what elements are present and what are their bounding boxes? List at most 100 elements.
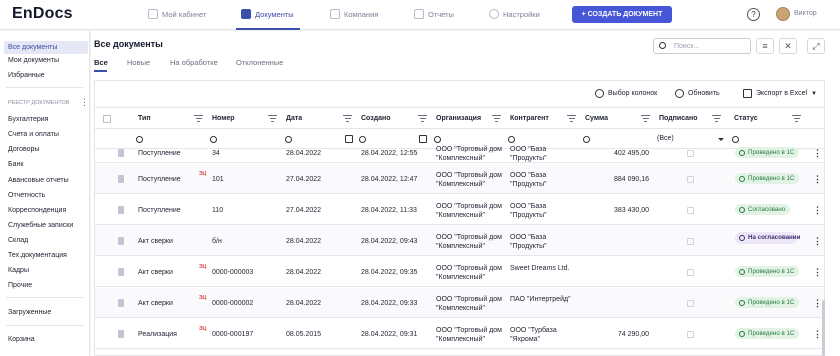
signed-checkbox[interactable] (687, 331, 694, 338)
header-sum[interactable]: Сумма (585, 115, 608, 122)
sidebar-item-correspondence[interactable]: Корреспонденция (8, 207, 66, 214)
export-excel-button[interactable]: Экспорт в Excel ▼ (743, 89, 817, 98)
signed-checkbox[interactable] (687, 269, 694, 276)
header-number[interactable]: Номер (212, 115, 235, 122)
row-menu-icon[interactable]: ⋮ (813, 174, 822, 185)
signed-checkbox[interactable] (687, 176, 694, 183)
sidebar-item-reporting[interactable]: Отчетность (8, 192, 45, 199)
column-filter-icon[interactable] (567, 115, 576, 122)
row-menu-icon[interactable]: ⋮ (813, 236, 822, 247)
sidebar-item-memos[interactable]: Служебные записки (8, 222, 73, 229)
nav-documents[interactable]: Документы (241, 9, 294, 19)
sidebar-item-bank[interactable]: Банк (8, 161, 23, 168)
column-filter-icon[interactable] (641, 115, 650, 122)
table-row[interactable]: Поступление ЭЦ 101 27.04.2022 28.04.2022, 12… (95, 164, 824, 194)
column-filter-icon[interactable] (418, 115, 427, 122)
create-document-button[interactable]: + СОЗДАТЬ ДОКУМЕНТ (572, 6, 672, 23)
sidebar-item-my-documents[interactable]: Мои документы (8, 57, 59, 64)
column-filter-icon[interactable] (492, 115, 501, 122)
choose-columns-button[interactable]: Выбор колонок (595, 89, 657, 98)
filter-button[interactable]: ≡ (756, 38, 774, 54)
sidebar-item-invoices[interactable]: Счета и оплаты (8, 131, 59, 138)
calendar-icon[interactable] (345, 135, 353, 143)
cell-counterparty: Sweet Dreams Ltd. (510, 265, 570, 272)
chevron-down-icon[interactable] (718, 138, 724, 141)
sidebar-item-hr[interactable]: Кадры (8, 267, 29, 274)
signed-checkbox[interactable] (687, 300, 694, 307)
refresh-button[interactable]: Обновить (675, 89, 720, 98)
sidebar-item-uploaded[interactable]: Загруженные (8, 309, 51, 316)
row-menu-icon[interactable]: ⋮ (813, 329, 822, 340)
nav-company[interactable]: Компания (330, 9, 378, 19)
select-all-checkbox[interactable] (103, 115, 111, 123)
search-icon[interactable] (732, 136, 739, 143)
sidebar-item-other[interactable]: Прочие (8, 282, 32, 289)
table-row[interactable]: Поступление 110 27.04.2022 28.04.2022, 11:3… (95, 195, 824, 225)
table-row[interactable]: Акт сверки б/н 28.04.2022 28.04.2022, 09:43… (95, 226, 824, 256)
tab-processing[interactable]: На обработке (170, 58, 218, 67)
nav-reports[interactable]: Отчеты (414, 9, 454, 19)
signed-checkbox[interactable] (687, 238, 694, 245)
scrollbar[interactable] (822, 300, 825, 356)
cell-counterparty: ПАО "Интертрейд" (510, 296, 571, 303)
search-icon[interactable] (508, 136, 515, 143)
column-filter-icon[interactable] (712, 115, 721, 122)
sidebar-item-favorites[interactable]: Избранные (8, 72, 45, 79)
search-icon[interactable] (359, 136, 366, 143)
table-row[interactable]: Поступление 34 28.04.2022 28.04.2022, 12:55… (95, 146, 824, 163)
toolbar-label: Обновить (688, 90, 720, 97)
expand-icon: ⤢ (812, 41, 820, 51)
row-menu-icon[interactable]: ⋮ (813, 205, 822, 216)
tab-rejected[interactable]: Отклоненные (236, 58, 283, 67)
row-menu-icon[interactable]: ⋮ (813, 267, 822, 278)
row-menu-icon[interactable]: ⋮ (813, 298, 822, 309)
column-filter-icon[interactable] (194, 115, 203, 122)
column-filter-icon[interactable] (792, 115, 801, 122)
header-date[interactable]: Дата (286, 115, 302, 122)
row-menu-icon[interactable]: ⋮ (813, 148, 822, 159)
search-icon[interactable] (285, 136, 292, 143)
search-icon[interactable] (583, 136, 590, 143)
nav-my-cabinet[interactable]: Мой кабинет (148, 9, 206, 19)
header-status[interactable]: Статус (734, 115, 758, 122)
sidebar-item-warehouse[interactable]: Склад (8, 237, 28, 244)
table-row[interactable]: Акт сверки ЭЦ 0000-000002 28.04.2022 28.04.2… (95, 288, 824, 318)
status-check-icon (739, 268, 745, 275)
user-name[interactable]: Виктор (794, 10, 817, 17)
tab-all[interactable]: Все (94, 58, 108, 67)
cell-sum: 74 290,00 (617, 331, 649, 338)
signed-filter-select[interactable]: (Все) (657, 135, 674, 142)
clear-button[interactable]: ✕ (779, 38, 797, 54)
header-signed[interactable]: Подписано (659, 115, 698, 122)
expand-button[interactable]: ⤢ (807, 38, 825, 54)
nav-settings[interactable]: Настройки (489, 9, 540, 19)
section-menu-icon[interactable]: ⋮ (80, 98, 89, 107)
search-icon[interactable] (434, 136, 441, 143)
calendar-icon[interactable] (419, 135, 427, 143)
signed-checkbox[interactable] (687, 207, 694, 214)
sidebar-item-expense-reports[interactable]: Авансовые отчеты (8, 177, 69, 184)
search-icon[interactable] (136, 136, 143, 143)
header-type[interactable]: Тип (138, 115, 151, 122)
signed-checkbox[interactable] (687, 150, 694, 157)
help-icon[interactable]: ? (747, 8, 760, 21)
app-logo[interactable]: EnDocs (12, 5, 73, 23)
table-row[interactable]: Акт сверки ЭЦ 0000-000003 28.04.2022 28.04.2… (95, 257, 824, 287)
table-row[interactable]: Реализация ЭЦ 0000-000197 08.05.2015 28.04.2… (95, 319, 824, 349)
tab-active-indicator (94, 70, 107, 72)
sidebar-item-tech-docs[interactable]: Тех.документация (8, 252, 67, 259)
header-created[interactable]: Создано (361, 115, 391, 122)
column-filter-icon[interactable] (343, 115, 352, 122)
sidebar-item-contracts[interactable]: Договоры (8, 146, 39, 153)
column-filter-icon[interactable] (268, 115, 277, 122)
sidebar-item-all-documents[interactable]: Все документы (4, 41, 88, 54)
sidebar-item-accounting[interactable]: Бухгалтерия (8, 116, 48, 123)
search-input[interactable]: Поиск... (653, 38, 751, 54)
tab-new[interactable]: Новые (127, 58, 150, 67)
sidebar-item-trash[interactable]: Корзина (8, 336, 35, 343)
header-counterparty[interactable]: Контрагент (510, 115, 549, 122)
cell-number: 110 (212, 207, 224, 214)
avatar[interactable] (776, 7, 790, 21)
header-organization[interactable]: Организация (436, 115, 481, 122)
search-icon[interactable] (210, 136, 217, 143)
